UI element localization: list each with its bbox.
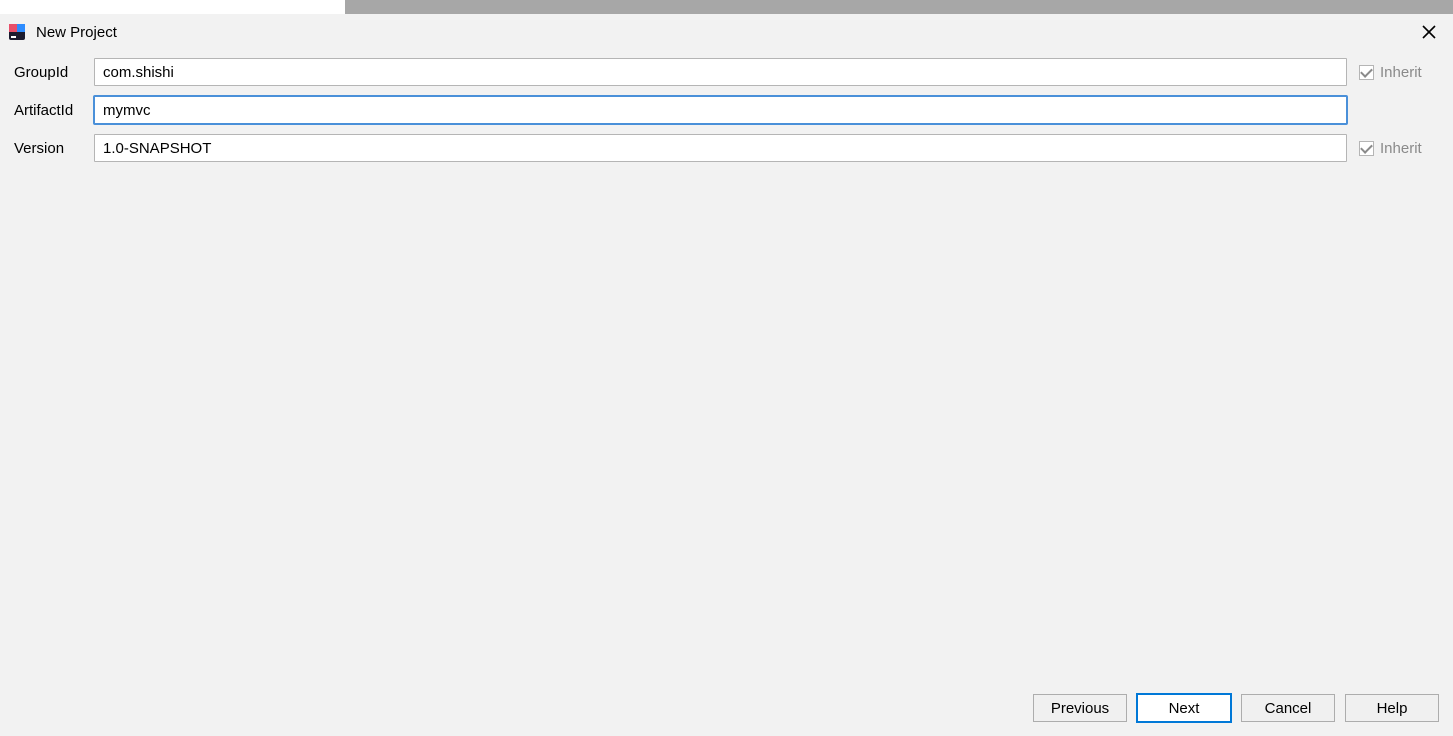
groupid-input[interactable]: [103, 64, 1338, 81]
artifactid-field-wrap[interactable]: [94, 96, 1347, 124]
version-inherit-label: Inherit: [1380, 140, 1422, 157]
next-button[interactable]: Next: [1137, 694, 1231, 722]
version-input[interactable]: [103, 140, 1338, 157]
artifactid-label: ArtifactId: [14, 102, 94, 119]
cancel-button[interactable]: Cancel: [1241, 694, 1335, 722]
help-button[interactable]: Help: [1345, 694, 1439, 722]
form-area: GroupId Inherit ArtifactId Version Inher…: [0, 50, 1453, 162]
row-groupid: GroupId Inherit: [14, 58, 1439, 86]
row-version: Version Inherit: [14, 134, 1439, 162]
artifactid-input[interactable]: [103, 102, 1338, 119]
window-title: New Project: [36, 24, 1415, 41]
version-inherit-checkbox: [1359, 141, 1374, 156]
close-button[interactable]: [1415, 18, 1443, 46]
window-tab-active: [0, 0, 345, 14]
groupid-field-wrap[interactable]: [94, 58, 1347, 86]
version-field-wrap[interactable]: [94, 134, 1347, 162]
version-inherit: Inherit: [1359, 140, 1439, 157]
groupid-inherit-checkbox: [1359, 65, 1374, 80]
previous-button[interactable]: Previous: [1033, 694, 1127, 722]
groupid-inherit-label: Inherit: [1380, 64, 1422, 81]
groupid-inherit: Inherit: [1359, 64, 1439, 81]
row-artifactid: ArtifactId: [14, 96, 1439, 124]
window-topstrip: [0, 0, 1453, 14]
button-bar: Previous Next Cancel Help: [0, 690, 1453, 736]
groupid-label: GroupId: [14, 64, 94, 81]
intellij-icon: [8, 23, 26, 41]
titlebar: New Project: [0, 14, 1453, 50]
version-label: Version: [14, 140, 94, 157]
close-icon: [1422, 25, 1436, 39]
